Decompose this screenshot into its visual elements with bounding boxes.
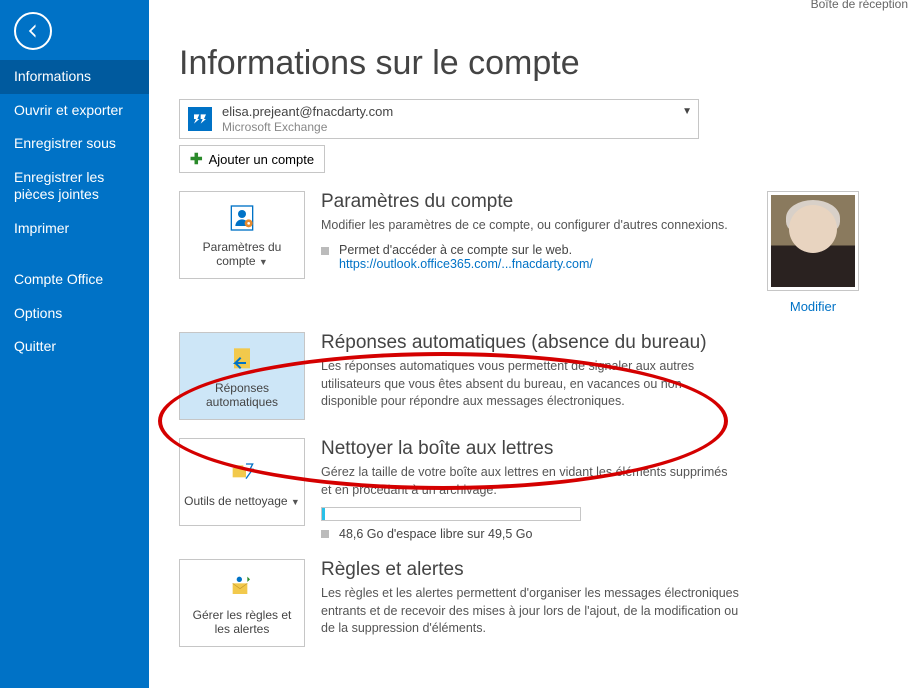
sidebar-item-label: Ouvrir et exporter [14, 102, 123, 118]
add-account-label: Ajouter un compte [209, 152, 315, 167]
sidebar-item-label: Enregistrer sous [14, 135, 116, 151]
tile-label: Gérer les règles et les alertes [193, 608, 292, 636]
sidebar-item-label: Informations [14, 68, 91, 84]
sidebar-item-options[interactable]: Options [0, 297, 149, 331]
cleanup-icon [226, 456, 258, 488]
sidebar-item-label: Compte Office [14, 271, 103, 287]
section-desc: Les règles et les alertes permettent d'o… [321, 585, 741, 638]
sidebar-item-compte-office[interactable]: Compte Office [0, 263, 149, 297]
section-heading: Réponses automatiques (absence du bureau… [321, 332, 741, 354]
bullet-icon [321, 247, 329, 255]
section-desc: Modifier les paramètres de ce compte, ou… [321, 217, 741, 235]
plus-icon: ✚ [190, 150, 203, 168]
tile-label: Réponses automatiques [206, 381, 278, 409]
inbox-label: Boîte de réception [811, 0, 908, 11]
cleanup-tools-tile[interactable]: Outils de nettoyage ▼ [179, 438, 305, 526]
back-button[interactable] [14, 12, 52, 50]
section-desc: Les réponses automatiques vous permetten… [321, 358, 741, 411]
chevron-down-icon: ▼ [291, 497, 300, 507]
sidebar-item-label: Imprimer [14, 220, 69, 236]
sidebar-item-label: Enregistrer les pièces jointes [14, 169, 104, 203]
owa-link[interactable]: https://outlook.office365.com/...fnacdar… [339, 257, 593, 271]
rules-icon [226, 570, 258, 602]
storage-bar [321, 507, 581, 521]
auto-reply-icon [226, 343, 258, 375]
exchange-icon [188, 107, 212, 131]
tile-label: Outils de nettoyage [184, 494, 287, 508]
sidebar-item-enregistrer-sous[interactable]: Enregistrer sous [0, 127, 149, 161]
avatar [767, 191, 859, 291]
account-email: elisa.prejeant@fnacdarty.com [222, 104, 393, 119]
sidebar-item-ouvrir-exporter[interactable]: Ouvrir et exporter [0, 94, 149, 128]
section-heading: Règles et alertes [321, 559, 741, 581]
sidebar-item-imprimer[interactable]: Imprimer [0, 212, 149, 246]
sidebar-item-label: Quitter [14, 338, 56, 354]
sidebar-item-label: Options [14, 305, 62, 321]
page-title: Informations sur le compte [179, 44, 918, 83]
sidebar-item-informations[interactable]: Informations [0, 60, 149, 94]
bullet-text: Permet d'accéder à ce compte sur le web. [339, 243, 572, 257]
sidebar-item-quitter[interactable]: Quitter [0, 330, 149, 364]
account-settings-tile[interactable]: Paramètres du compte ▼ [179, 191, 305, 279]
chevron-down-icon: ▼ [682, 106, 692, 117]
storage-fill [322, 508, 325, 520]
automatic-replies-tile[interactable]: Réponses automatiques [179, 332, 305, 420]
account-type: Microsoft Exchange [222, 120, 393, 134]
backstage-sidebar: Informations Ouvrir et exporter Enregist… [0, 0, 149, 688]
modify-avatar-link[interactable]: Modifier [790, 299, 836, 314]
main-pane: Boîte de réception Informations sur le c… [149, 0, 918, 688]
chevron-down-icon: ▼ [259, 257, 268, 267]
tile-label: Paramètres du compte [203, 240, 282, 268]
arrow-left-icon [23, 21, 43, 41]
bullet-icon [321, 530, 329, 538]
section-heading: Paramètres du compte [321, 191, 741, 213]
storage-text: 48,6 Go d'espace libre sur 49,5 Go [339, 527, 532, 541]
sidebar-item-enregistrer-pj[interactable]: Enregistrer les pièces jointes [0, 161, 149, 212]
section-heading: Nettoyer la boîte aux lettres [321, 438, 741, 460]
account-picker[interactable]: elisa.prejeant@fnacdarty.com Microsoft E… [179, 99, 699, 139]
rules-alerts-tile[interactable]: Gérer les règles et les alertes [179, 559, 305, 647]
add-account-button[interactable]: ✚ Ajouter un compte [179, 145, 325, 173]
section-desc: Gérez la taille de votre boîte aux lettr… [321, 464, 741, 499]
person-gear-icon [226, 202, 258, 234]
